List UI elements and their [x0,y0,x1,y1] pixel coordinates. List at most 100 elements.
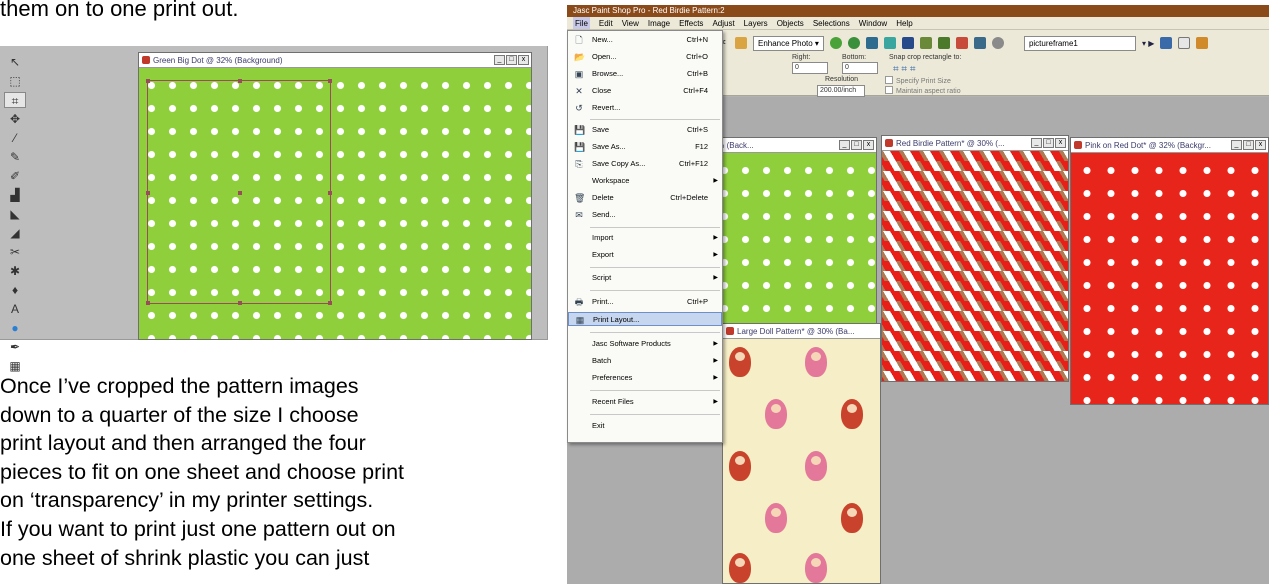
menu-item-save-as[interactable]: 💾 Save As... F12 [568,140,722,154]
enhance-photo-button[interactable]: Enhance Photo ▾ [753,35,824,51]
menu-item-save-copy-as[interactable]: ⎘ Save Copy As... Ctrl+F12 [568,157,722,171]
menu-effects[interactable]: Effects [679,17,703,29]
window-titlebar[interactable]: Red Birdie Pattern* @ 30% (... _ □ x [882,136,1068,151]
menu-item-batch[interactable]: Batch ▶ [568,354,722,368]
color-icon[interactable]: ● [4,320,26,336]
crop-handle[interactable] [146,191,150,195]
resolution-input[interactable]: 200.00/inch [817,85,865,97]
menu-item-script[interactable]: Script ▶ [568,271,722,285]
menu-item-print-layout[interactable]: ▦ Print Layout... [568,312,722,326]
menu-layers[interactable]: Layers [744,17,768,29]
maximize-button[interactable]: □ [506,55,517,65]
eraser-icon[interactable]: ▟ [4,187,26,203]
menu-item-recent-files[interactable]: Recent Files ▶ [568,395,722,409]
histogram-icon[interactable] [937,37,950,49]
one-step-fix-icon[interactable] [829,37,842,49]
minimize-button[interactable]: _ [1231,140,1242,150]
menu-item-browse[interactable]: ▣ Browse... Ctrl+B [568,67,722,81]
clone-icon[interactable]: ✐ [4,168,26,184]
crop-handle[interactable] [328,79,332,83]
crop-icon[interactable]: ⌗ [4,92,26,108]
menu-image[interactable]: Image [648,17,670,29]
menu-item-send[interactable]: ✉ Send... [568,208,722,222]
menu-item-save[interactable]: 💾 Save Ctrl+S [568,123,722,137]
menu-item-export[interactable]: Export ▶ [568,248,722,262]
paste-icon[interactable] [735,37,747,49]
crop-handle[interactable] [328,191,332,195]
green-polka-dot-canvas[interactable] [139,68,531,339]
menu-edit[interactable]: Edit [599,17,613,29]
menu-selections[interactable]: Selections [813,17,850,29]
red-birdie-canvas[interactable] [882,151,1068,381]
red-polka-dot-canvas[interactable] [1071,153,1268,404]
maintain-aspect-checkbox[interactable]: Maintain aspect ratio [885,86,961,95]
menu-item-jasc-products[interactable]: Jasc Software Products ▶ [568,337,722,351]
image-icon[interactable] [865,37,878,49]
right-input[interactable]: 0 [792,62,828,74]
crop-handle[interactable] [146,301,150,305]
crop-handle[interactable] [238,79,242,83]
close-button[interactable]: x [863,140,874,150]
menu-item-preferences[interactable]: Preferences ▶ [568,371,722,385]
layers-icon[interactable] [919,37,932,49]
color-icon[interactable] [901,37,914,49]
menu-objects[interactable]: Objects [777,17,804,29]
menu-item-workspace[interactable]: Workspace ▶ [568,174,722,188]
menu-item-print[interactable]: 🖶 Print... Ctrl+P [568,295,722,309]
settings-icon[interactable] [991,37,1004,49]
window-titlebar[interactable]: Large Doll Pattern* @ 30% (Ba... [723,324,880,339]
chart-icon[interactable] [955,37,968,49]
crop-handle[interactable] [238,301,242,305]
menu-window[interactable]: Window [859,17,887,29]
cancel-icon[interactable] [1196,37,1209,49]
minimize-button[interactable]: _ [839,140,850,150]
menu-view[interactable]: View [622,17,639,29]
bottom-input[interactable]: 0 [842,62,878,74]
close-button[interactable]: x [1055,138,1066,148]
pointer-icon[interactable]: ↖ [4,54,26,70]
close-button[interactable]: x [1255,140,1266,150]
menu-adjust[interactable]: Adjust [712,17,734,29]
color-balance-icon[interactable] [847,37,860,49]
menu-item-revert[interactable]: ↺ Revert... [568,101,722,115]
retouch-icon[interactable] [883,37,896,49]
crop-rectangle[interactable] [146,79,332,305]
menu-item-delete[interactable]: 🗑 Delete Ctrl+Delete [568,191,722,205]
crop-handle[interactable] [146,79,150,83]
save-preset-icon[interactable] [1160,37,1173,49]
crop-handle[interactable] [238,191,242,195]
move-icon[interactable]: ✥ [4,111,26,127]
preset-dropdown[interactable]: pictureframe1 [1023,35,1136,51]
menu-item-open[interactable]: 📂 Open... Ctrl+O [568,50,722,64]
crop-handle[interactable] [328,301,332,305]
brush-icon[interactable]: ✎ [4,149,26,165]
menu-help[interactable]: Help [896,17,912,29]
maximize-button[interactable]: □ [1243,140,1254,150]
maximize-button[interactable]: □ [851,140,862,150]
menu-item-new[interactable]: 🗋 New... Ctrl+N [568,33,722,47]
dropper-icon[interactable]: ⁄ [4,130,26,146]
maximize-button[interactable]: □ [1043,138,1054,148]
menu-file[interactable]: File [573,17,590,29]
menu-item-import[interactable]: Import ▶ [568,231,722,245]
menu-item-close[interactable]: ✕ Close Ctrl+F4 [568,84,722,98]
menu-item-exit[interactable]: Exit [568,419,722,433]
minimize-button[interactable]: _ [1031,138,1042,148]
window-titlebar[interactable]: Pink on Red Dot* @ 32% (Backgr... _ □ x [1071,138,1268,153]
dropdown-arrow-icon[interactable]: ▾ ▶ [1142,39,1154,48]
retouch-icon[interactable]: ✂ [4,244,26,260]
apply-icon[interactable] [1178,37,1191,49]
doll-pattern-canvas[interactable] [723,339,880,583]
close-button[interactable]: x [518,55,529,65]
specify-print-size-checkbox[interactable]: Specify Print Size [885,76,951,85]
shape-icon[interactable]: ✱ [4,263,26,279]
picture-tube-icon[interactable]: ♦ [4,282,26,298]
pen-icon[interactable]: ◢ [4,225,26,241]
airbrush-icon[interactable]: ✒ [4,339,26,355]
window-titlebar[interactable]: Green Big Dot @ 32% (Background) _ □ x [139,53,531,68]
browser-icon[interactable] [973,37,986,49]
text-icon[interactable]: A [4,301,26,317]
grid-icon[interactable]: ▦ [4,358,26,374]
minimize-button[interactable]: _ [494,55,505,65]
snap-to-selection-icon[interactable]: ⌗ ⌗ ⌗ [893,64,915,75]
